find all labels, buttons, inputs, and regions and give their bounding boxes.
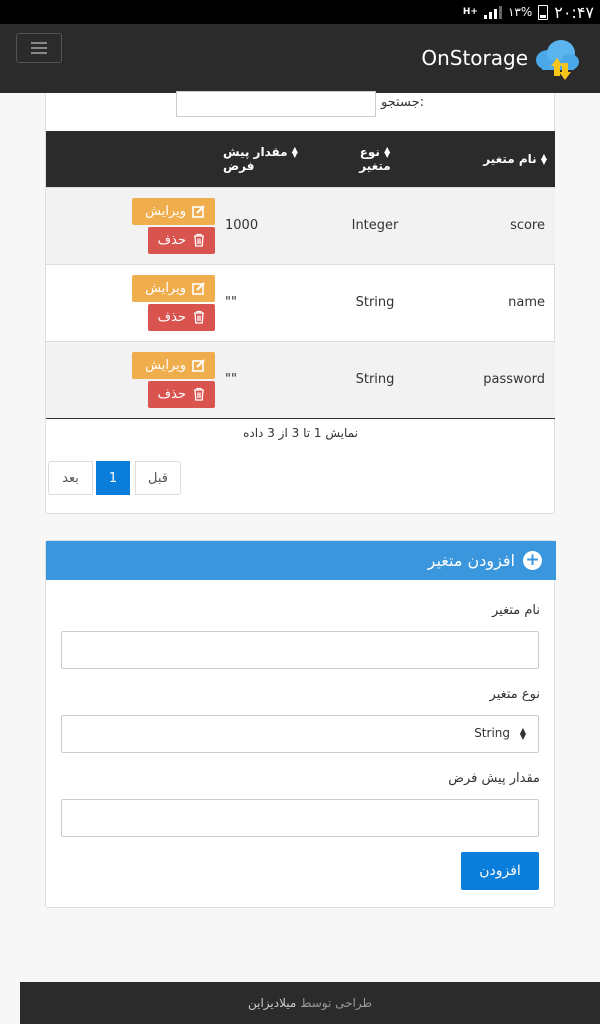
table-row: password String "" ویرایش حذف	[46, 340, 555, 419]
pagination-next-button[interactable]: بعد	[48, 461, 93, 495]
edit-button[interactable]: ویرایش	[132, 351, 215, 379]
search-label: جستجو:	[380, 95, 424, 110]
cell-actions: ویرایش حذف	[46, 186, 215, 264]
cell-default: 1000	[215, 186, 335, 264]
network-type-label: H+	[462, 6, 478, 17]
variable-type-select[interactable]: ▲ ▼ String	[61, 715, 539, 753]
cell-actions: ویرایش حذف	[46, 340, 215, 419]
table-row: score Integer 1000 ویرایش حذف	[46, 186, 555, 264]
cell-name: name	[415, 263, 555, 341]
status-clock: ۲۰:۴۷	[554, 2, 594, 22]
cell-name: password	[415, 340, 555, 419]
search-input[interactable]	[176, 91, 376, 117]
add-variable-card: + افزودن متغیر نام متغیر نوع متغیر ▲ ▼ St…	[45, 540, 556, 908]
pagination-prev-button[interactable]: قبل	[135, 461, 181, 495]
table-row: name String "" ویرایش حذف	[46, 263, 555, 341]
edit-icon	[192, 282, 205, 295]
delete-button[interactable]: حذف	[148, 303, 215, 331]
edit-button[interactable]: ویرایش	[132, 274, 215, 302]
default-value-input[interactable]	[61, 799, 539, 837]
cell-actions: ویرایش حذف	[46, 263, 215, 341]
cloud-upload-icon	[536, 40, 579, 80]
variable-name-input[interactable]	[61, 631, 539, 669]
edit-label: ویرایش	[145, 203, 186, 219]
cell-type: String	[335, 340, 415, 419]
edit-icon	[192, 205, 205, 218]
variable-type-value: String	[474, 726, 510, 740]
variables-table: ▲ ▼ نام متغیر ▲ ▼ نوع متغیر ▲ ▼ مقدار پیش ف…	[46, 131, 555, 419]
add-variable-header: + افزودن متغیر	[46, 541, 556, 580]
trash-icon	[194, 387, 204, 401]
default-value-label: مقدار پیش فرض	[448, 771, 540, 786]
add-variable-submit-button[interactable]: افزودن	[461, 852, 539, 890]
plus-circle-icon: +	[523, 551, 542, 570]
navbar: OnStorage	[0, 24, 600, 93]
cell-type: Integer	[335, 186, 415, 264]
table-header-row: ▲ ▼ نام متغیر ▲ ▼ نوع متغیر ▲ ▼ مقدار پیش ف…	[46, 131, 555, 187]
footer-prefix: طراحی توسط	[300, 996, 373, 1010]
delete-label: حذف	[157, 232, 186, 248]
edit-label: ویرایش	[145, 357, 186, 373]
column-header-name[interactable]: ▲ ▼ نام متغیر	[415, 131, 555, 187]
cell-default: ""	[215, 340, 335, 419]
delete-label: حذف	[157, 386, 186, 402]
sort-icon: ▲ ▼	[384, 145, 391, 160]
battery-percent: ۱۳%	[507, 5, 533, 19]
trash-icon	[194, 310, 204, 324]
status-bar: H+ ۱۳% ۲۰:۴۷	[0, 0, 600, 24]
signal-icon	[483, 5, 502, 19]
brand-name: OnStorage	[421, 46, 528, 70]
brand[interactable]: OnStorage	[421, 36, 580, 80]
column-header-actions	[46, 131, 215, 187]
add-variable-title: افزودن متغیر	[427, 551, 515, 570]
hamburger-icon	[31, 42, 47, 44]
sort-icon: ▲ ▼	[291, 145, 298, 160]
delete-label: حذف	[157, 309, 186, 325]
edit-label: ویرایش	[145, 280, 186, 296]
footer-author-link[interactable]: میلادیزاین	[248, 996, 296, 1010]
footer: طراحی توسط میلادیزاین	[20, 982, 600, 1024]
column-header-type[interactable]: ▲ ▼ نوع متغیر	[335, 131, 415, 187]
cell-name: score	[415, 186, 555, 264]
battery-icon	[538, 4, 549, 20]
trash-icon	[194, 233, 204, 247]
sort-icon: ▲ ▼	[540, 152, 547, 167]
table-info: نمایش 1 تا 3 از 3 داده	[243, 426, 358, 440]
delete-button[interactable]: حذف	[148, 226, 215, 254]
delete-button[interactable]: حذف	[148, 380, 215, 408]
menu-toggle-button[interactable]	[16, 33, 62, 63]
column-header-default[interactable]: ▲ ▼ مقدار پیش فرض	[215, 131, 335, 187]
variable-type-label: نوع متغیر	[489, 687, 540, 702]
cell-default: ""	[215, 263, 335, 341]
variables-card: جستجو: ▲ ▼ نام متغیر ▲ ▼ نوع متغیر ▲ ▼ مقدا…	[45, 91, 555, 514]
cell-type: String	[335, 263, 415, 341]
variable-name-label: نام متغیر	[491, 603, 540, 618]
pagination-page-1[interactable]: 1	[96, 461, 130, 495]
edit-icon	[192, 359, 205, 372]
select-arrows-icon: ▲ ▼	[519, 726, 526, 741]
pagination: بعد 1 قبل	[48, 461, 181, 495]
edit-button[interactable]: ویرایش	[132, 197, 215, 225]
